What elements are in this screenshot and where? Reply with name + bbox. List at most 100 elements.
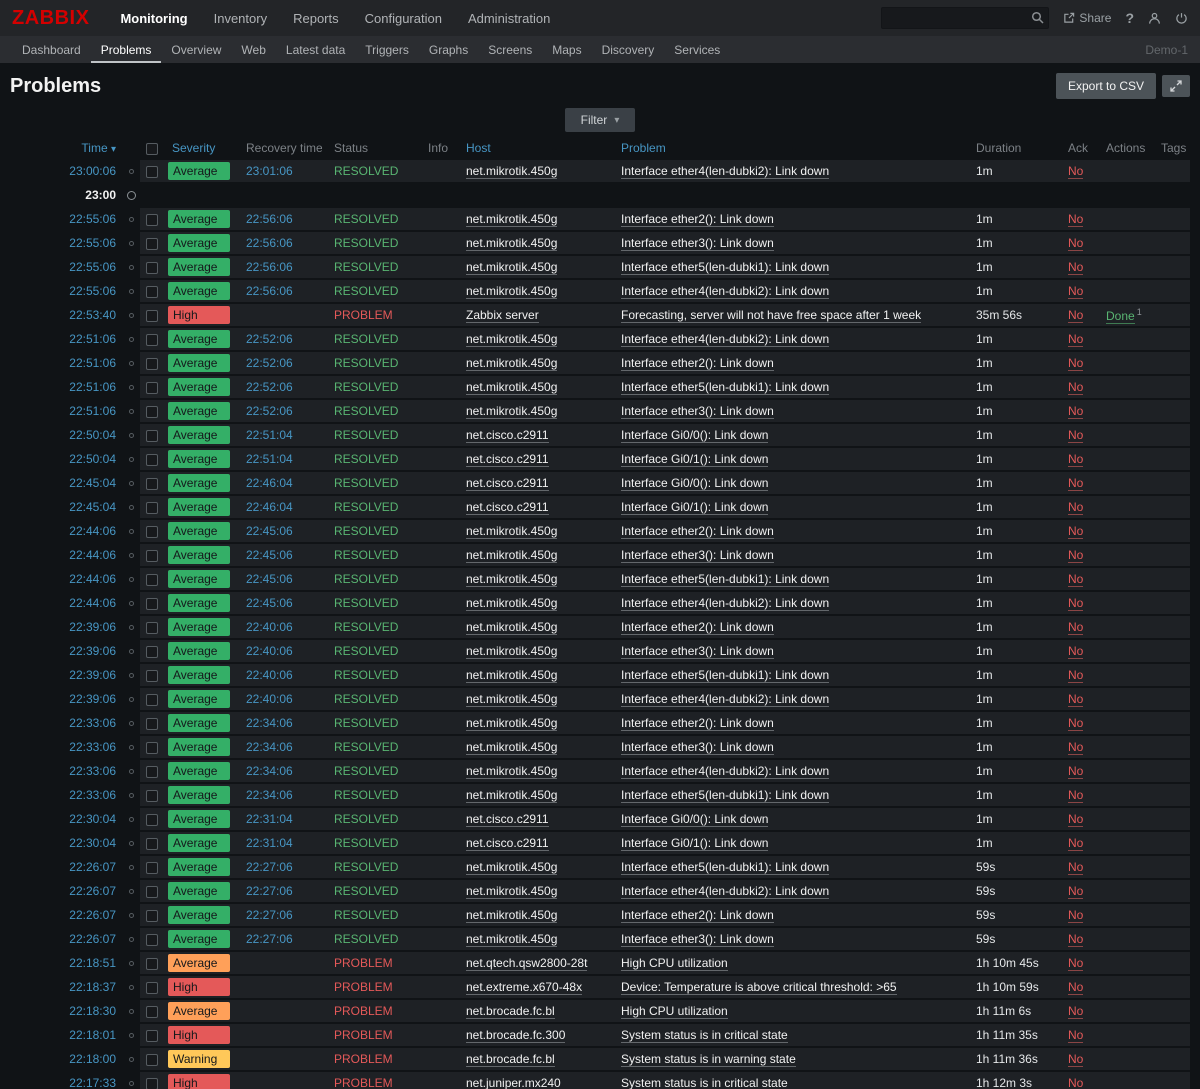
problem-time-link[interactable]: 22:39:06 [10,640,122,662]
ack-link[interactable]: No [1068,164,1083,179]
host-link[interactable]: net.mikrotik.450g [466,236,557,251]
status-link[interactable]: RESOLVED [322,760,422,782]
row-checkbox[interactable] [146,646,158,658]
top-nav-item-administration[interactable]: Administration [455,0,563,36]
subnav-item-web[interactable]: Web [231,36,275,63]
problem-link[interactable]: Interface ether2(): Link down [621,620,774,635]
problem-time-link[interactable]: 22:50:04 [10,448,122,470]
status-link[interactable]: RESOLVED [322,928,422,950]
host-link[interactable]: net.mikrotik.450g [466,764,557,779]
subnav-item-latest-data[interactable]: Latest data [276,36,355,63]
problem-link[interactable]: Interface ether4(len-dubki2): Link down [621,764,829,779]
host-link[interactable]: net.mikrotik.450g [466,380,557,395]
status-link[interactable]: RESOLVED [322,832,422,854]
row-checkbox[interactable] [146,838,158,850]
subnav-item-overview[interactable]: Overview [161,36,231,63]
subnav-item-screens[interactable]: Screens [478,36,542,63]
ack-link[interactable]: No [1068,284,1083,299]
problem-link[interactable]: Interface ether2(): Link down [621,524,774,539]
problem-time-link[interactable]: 22:51:06 [10,376,122,398]
host-link[interactable]: net.mikrotik.450g [466,164,557,179]
status-link[interactable]: RESOLVED [322,328,422,350]
host-link[interactable]: net.juniper.mx240 [466,1076,561,1089]
problem-link[interactable]: Interface ether5(len-dubki1): Link down [621,788,829,803]
ack-link[interactable]: No [1068,1076,1083,1089]
row-checkbox[interactable] [146,310,158,322]
select-all-checkbox[interactable] [146,143,158,155]
ack-link[interactable]: No [1068,788,1083,803]
logout-button[interactable] [1175,12,1188,25]
ack-link[interactable]: No [1068,644,1083,659]
row-checkbox[interactable] [146,670,158,682]
row-checkbox[interactable] [146,790,158,802]
problem-time-link[interactable]: 22:33:06 [10,736,122,758]
ack-link[interactable]: No [1068,1052,1083,1067]
row-checkbox[interactable] [146,406,158,418]
ack-link[interactable]: No [1068,572,1083,587]
row-checkbox[interactable] [146,862,158,874]
row-checkbox[interactable] [146,1030,158,1042]
status-link[interactable]: RESOLVED [322,352,422,374]
problem-time-link[interactable]: 22:39:06 [10,616,122,638]
problem-link[interactable]: High CPU utilization [621,956,728,971]
host-link[interactable]: net.mikrotik.450g [466,692,557,707]
action-done-link[interactable]: Done [1106,309,1135,324]
ack-link[interactable]: No [1068,380,1083,395]
subnav-item-problems[interactable]: Problems [91,36,162,63]
problem-link[interactable]: Interface ether3(): Link down [621,404,774,419]
status-link[interactable]: RESOLVED [322,640,422,662]
status-link[interactable]: RESOLVED [322,544,422,566]
ack-link[interactable]: No [1068,308,1083,323]
top-nav-item-inventory[interactable]: Inventory [201,0,280,36]
problem-link[interactable]: Interface ether5(len-dubki1): Link down [621,668,829,683]
status-link[interactable]: RESOLVED [322,208,422,230]
problem-time-link[interactable]: 22:39:06 [10,688,122,710]
host-link[interactable]: net.mikrotik.450g [466,740,557,755]
column-header-host[interactable]: Host [466,141,491,155]
status-link[interactable]: RESOLVED [322,424,422,446]
problem-link[interactable]: Interface ether2(): Link down [621,212,774,227]
problem-time-link[interactable]: 22:17:33 [10,1072,122,1089]
host-link[interactable]: net.mikrotik.450g [466,404,557,419]
status-link[interactable]: PROBLEM [322,1048,422,1070]
host-link[interactable]: net.mikrotik.450g [466,572,557,587]
host-link[interactable]: net.cisco.c2911 [466,500,549,515]
ack-link[interactable]: No [1068,596,1083,611]
problem-link[interactable]: Interface ether3(): Link down [621,932,774,947]
problem-time-link[interactable]: 23:00:06 [10,160,122,182]
problem-time-link[interactable]: 22:26:07 [10,904,122,926]
ack-link[interactable]: No [1068,764,1083,779]
ack-link[interactable]: No [1068,524,1083,539]
ack-link[interactable]: No [1068,260,1083,275]
ack-link[interactable]: No [1068,500,1083,515]
host-link[interactable]: net.cisco.c2911 [466,428,549,443]
row-checkbox[interactable] [146,934,158,946]
ack-link[interactable]: No [1068,428,1083,443]
status-link[interactable]: RESOLVED [322,688,422,710]
ack-link[interactable]: No [1068,236,1083,251]
problem-link[interactable]: Interface ether3(): Link down [621,644,774,659]
row-checkbox[interactable] [146,718,158,730]
problem-time-link[interactable]: 22:51:06 [10,400,122,422]
problem-time-link[interactable]: 22:53:40 [10,304,122,326]
host-link[interactable]: net.brocade.fc.300 [466,1028,565,1043]
row-checkbox[interactable] [146,478,158,490]
status-link[interactable]: RESOLVED [322,448,422,470]
fullscreen-button[interactable] [1162,75,1190,97]
problem-link[interactable]: Interface ether4(len-dubki2): Link down [621,692,829,707]
problem-link[interactable]: Interface ether3(): Link down [621,740,774,755]
ack-link[interactable]: No [1068,1028,1083,1043]
host-link[interactable]: net.mikrotik.450g [466,668,557,683]
problem-link[interactable]: Interface ether2(): Link down [621,908,774,923]
host-link[interactable]: net.cisco.c2911 [466,476,549,491]
problem-link[interactable]: System status is in critical state [621,1028,788,1043]
problem-link[interactable]: Interface Gi0/0(): Link down [621,476,768,491]
share-button[interactable]: Share [1063,11,1111,25]
status-link[interactable]: RESOLVED [322,256,422,278]
ack-link[interactable]: No [1068,356,1083,371]
column-header-time[interactable]: Time ▾ [81,141,116,155]
problem-time-link[interactable]: 22:39:06 [10,664,122,686]
ack-link[interactable]: No [1068,812,1083,827]
row-checkbox[interactable] [146,1006,158,1018]
ack-link[interactable]: No [1068,332,1083,347]
